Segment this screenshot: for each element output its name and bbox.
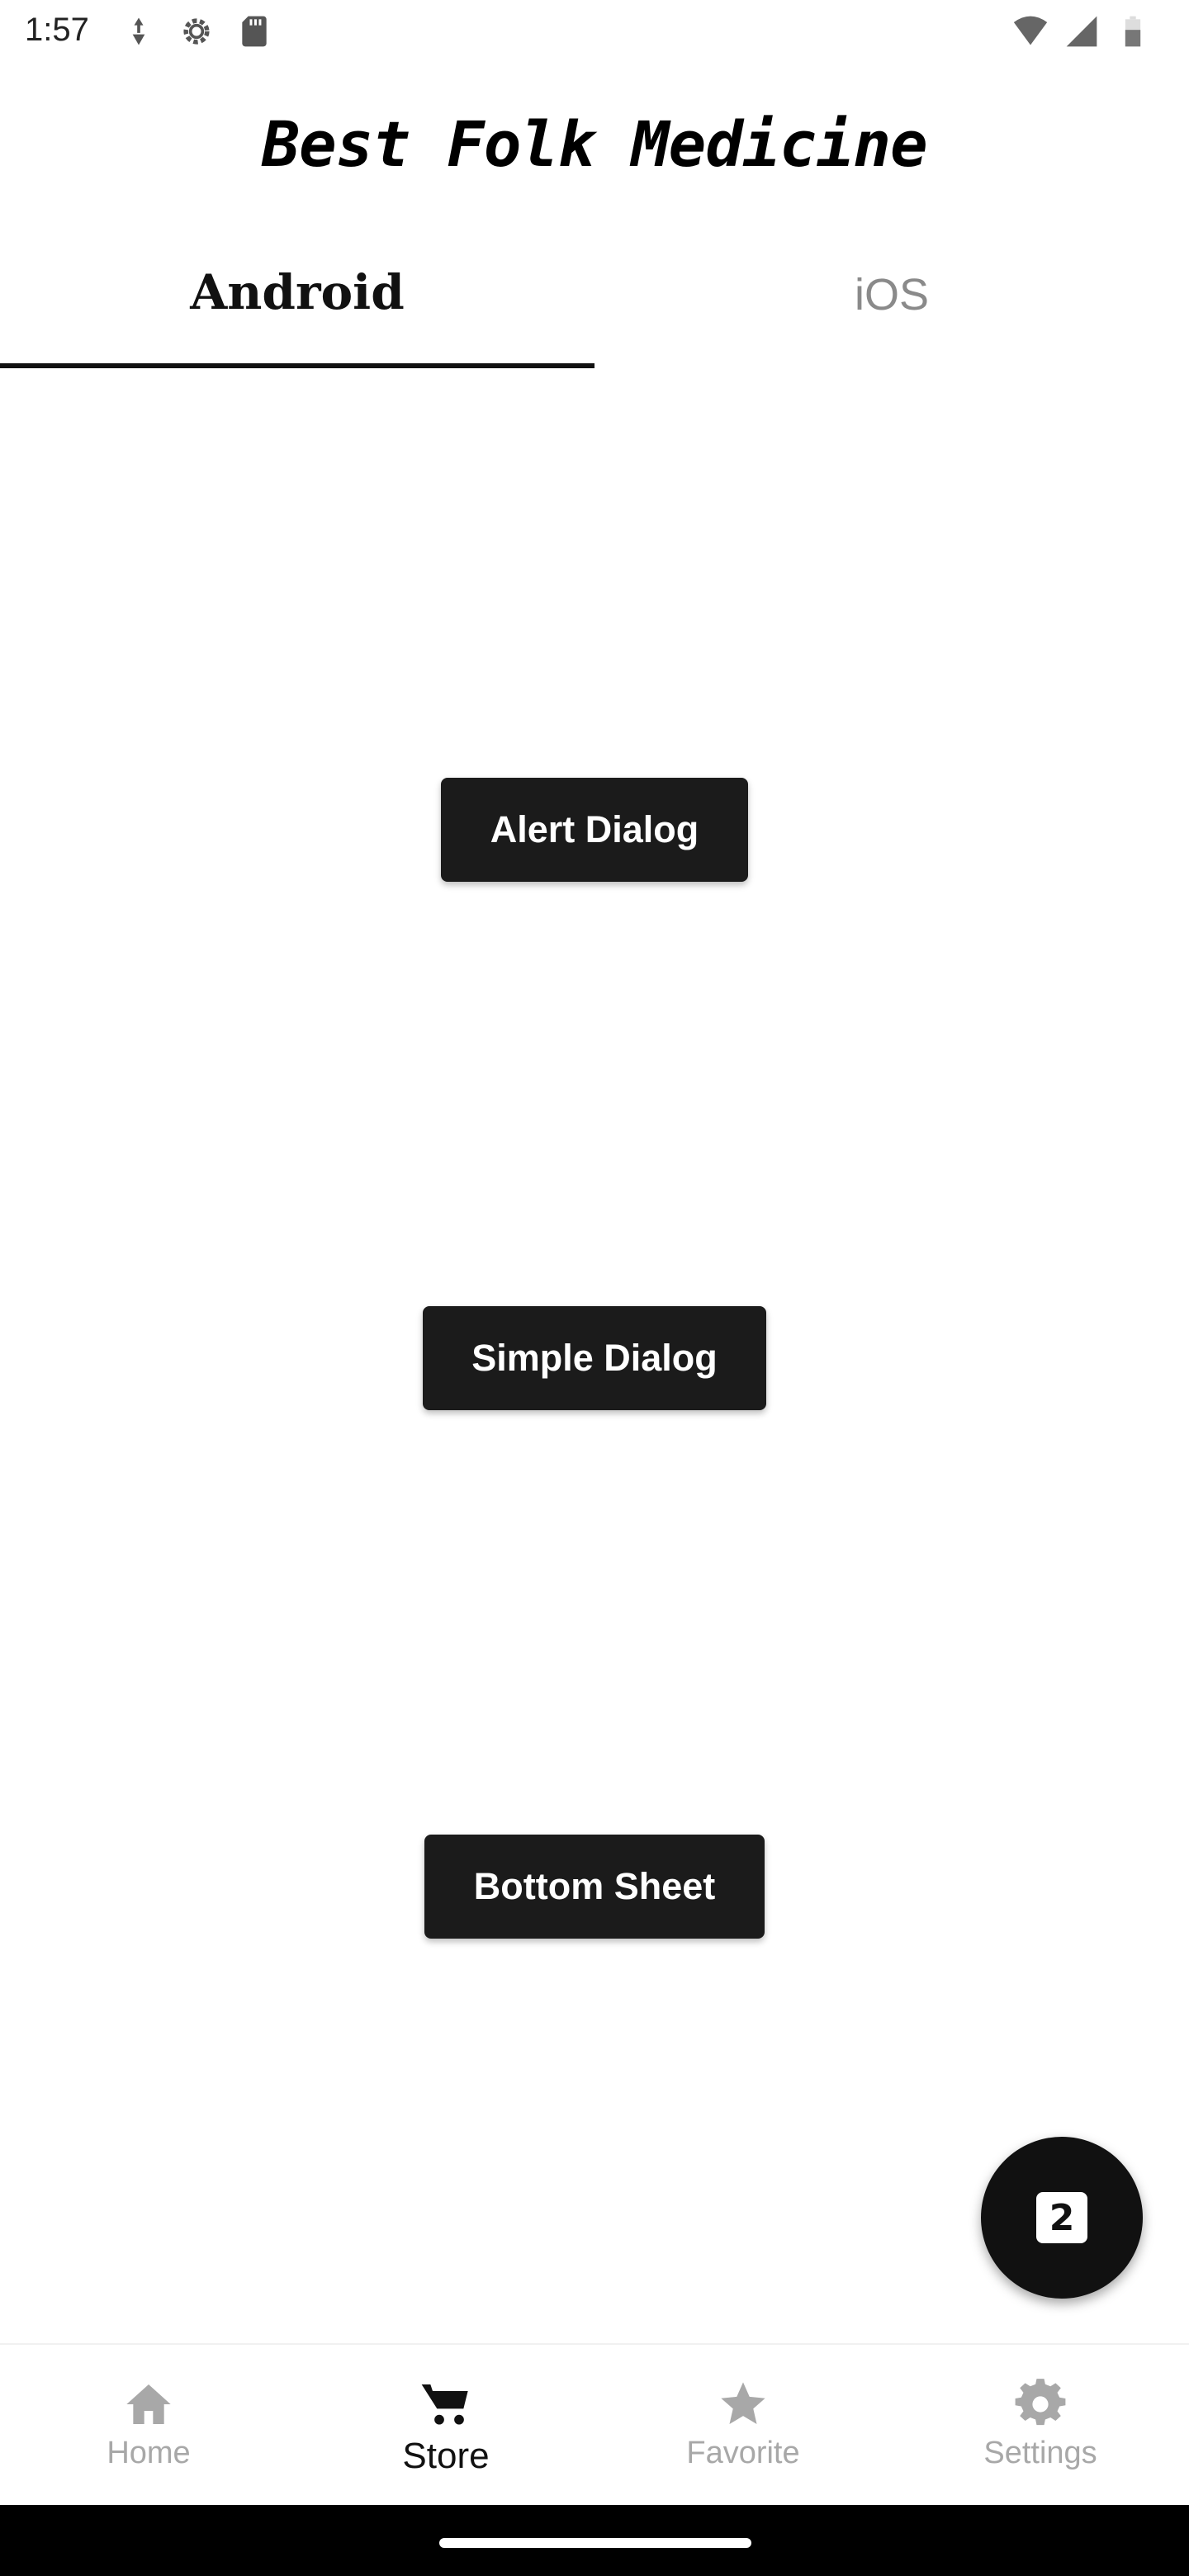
- bottom-sheet-button[interactable]: Bottom Sheet: [424, 1835, 765, 1939]
- tab-android[interactable]: Android: [0, 239, 594, 372]
- sd-card-icon: [242, 16, 267, 47]
- nav-label-settings: Settings: [983, 2436, 1097, 2470]
- battery-icon: [1125, 16, 1141, 47]
- home-icon: [126, 2384, 171, 2424]
- system-navigation-bar: [0, 2505, 1189, 2576]
- nav-item-settings[interactable]: Settings: [892, 2345, 1189, 2507]
- simple-dialog-button[interactable]: Simple Dialog: [423, 1306, 766, 1410]
- status-bar: 1:57: [0, 0, 1189, 74]
- wifi-icon: [1013, 16, 1048, 45]
- looks-two-icon: 2: [1036, 2192, 1087, 2243]
- tab-bar: Android iOS: [0, 239, 1189, 372]
- status-notification-icons: [121, 13, 272, 50]
- app-title: Best Folk Medicine: [262, 107, 928, 181]
- tab-indicator: [0, 363, 594, 368]
- tab-android-label: Android: [190, 264, 405, 320]
- nav-label-favorite: Favorite: [686, 2436, 800, 2470]
- nav-item-store[interactable]: Store: [297, 2345, 594, 2507]
- floating-action-button[interactable]: 2: [981, 2137, 1143, 2299]
- nav-item-home[interactable]: Home: [0, 2345, 297, 2507]
- nav-label-store: Store: [402, 2436, 490, 2476]
- cell-signal-icon: [1066, 16, 1097, 47]
- tab-ios[interactable]: iOS: [594, 239, 1189, 372]
- nav-item-favorite[interactable]: Favorite: [594, 2345, 892, 2507]
- nav-label-home: Home: [107, 2436, 191, 2470]
- tab-ios-label: iOS: [854, 270, 930, 320]
- bottom-navigation: Home Store Favorite Settings: [0, 2343, 1189, 2505]
- settings-gear-icon: [183, 18, 210, 45]
- cart-icon: [421, 2384, 468, 2425]
- star-icon: [721, 2382, 765, 2424]
- status-time: 1:57: [25, 12, 89, 48]
- fab-badge-text: 2: [1049, 2196, 1075, 2239]
- status-system-icons: [1012, 13, 1151, 50]
- gear-icon: [1015, 2379, 1066, 2426]
- alert-dialog-button[interactable]: Alert Dialog: [441, 778, 748, 882]
- home-gesture-handle[interactable]: [439, 2538, 751, 2548]
- data-saver-icon: [132, 17, 145, 45]
